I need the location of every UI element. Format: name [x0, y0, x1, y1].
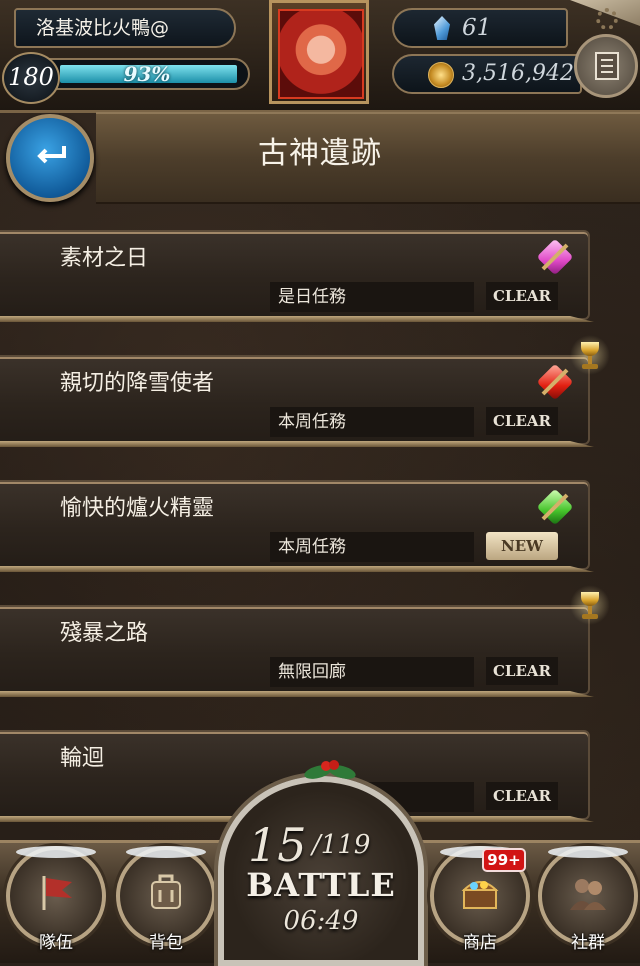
- snow-decoration: [126, 846, 206, 858]
- diamond-icon: [434, 16, 450, 40]
- quest-row[interactable]: 愉快的爐火精靈本周任務 NEW: [0, 480, 594, 576]
- stamina-current: 15: [248, 818, 307, 872]
- menu-button[interactable]: [574, 34, 638, 98]
- flag-icon: [42, 876, 72, 910]
- battle-label: BATTLE: [246, 866, 396, 904]
- quest-title: 殘暴之路: [60, 621, 149, 646]
- quest-status-badge: NEW: [486, 532, 558, 560]
- quest-row[interactable]: 素材之日是日任務 CLEAR: [0, 230, 594, 326]
- page-title: 古神遺跡: [258, 136, 382, 171]
- holly-icon: [304, 760, 356, 779]
- gem-counter[interactable]: 61: [392, 8, 568, 48]
- quest-row[interactable]: 殘暴之路無限回廊 CLEAR: [0, 605, 594, 701]
- stamina-max: /119: [312, 830, 371, 860]
- quest-title: 愉快的爐火精靈: [60, 496, 215, 521]
- social-label: 社群: [571, 933, 605, 953]
- treasure-chest-icon: [461, 881, 499, 909]
- quest-status-badge: CLEAR: [486, 782, 558, 810]
- player-level: 180: [2, 52, 60, 104]
- trophy-icon: [577, 592, 603, 620]
- quest-type: 是日任務: [270, 282, 474, 312]
- quest-type: 本周任務: [270, 407, 474, 437]
- trophy-icon: [577, 342, 603, 370]
- exp-percent: 93%: [123, 62, 171, 86]
- stamina-timer: 06:49: [283, 906, 359, 936]
- quest-title: 輪迴: [60, 746, 105, 771]
- snow-decoration: [548, 846, 628, 858]
- quest-type: 無限回廊: [270, 657, 474, 687]
- back-button[interactable]: [6, 114, 94, 202]
- player-name[interactable]: 洛基波比火鴨@: [14, 8, 236, 48]
- gold-counter[interactable]: 3,516,942: [392, 54, 582, 94]
- quest-title: 親切的降雪使者: [60, 371, 215, 396]
- people-icon: [570, 879, 606, 910]
- quest-status-badge: CLEAR: [486, 407, 558, 435]
- bag-icon: [151, 874, 181, 909]
- quest-type: 本周任務: [270, 532, 474, 562]
- exp-bar: 93%: [44, 58, 250, 90]
- coin-icon: [428, 62, 454, 88]
- gear-icon: [596, 8, 618, 30]
- quest-panel-edge: [0, 691, 594, 697]
- quest-panel-edge: [0, 566, 594, 572]
- shop-notification-badge: 99+: [482, 848, 526, 872]
- gold-count: 3,516,942: [462, 61, 574, 86]
- leader-portrait[interactable]: [269, 0, 369, 104]
- quest-panel-edge: [0, 316, 594, 322]
- quest-title: 素材之日: [60, 246, 149, 271]
- shop-label: 商店: [463, 933, 497, 953]
- snow-decoration: [16, 846, 96, 858]
- bag-label: 背包: [149, 933, 183, 953]
- document-icon: [595, 52, 619, 80]
- leader-avatar: [278, 9, 364, 99]
- quest-panel-edge: [0, 441, 594, 447]
- gem-count: 61: [462, 15, 492, 41]
- quest-status-badge: CLEAR: [486, 282, 558, 310]
- back-arrow-icon: [37, 146, 66, 164]
- team-label: 隊伍: [39, 933, 73, 953]
- quest-status-badge: CLEAR: [486, 657, 558, 685]
- quest-row[interactable]: 親切的降雪使者本周任務 CLEAR: [0, 355, 594, 451]
